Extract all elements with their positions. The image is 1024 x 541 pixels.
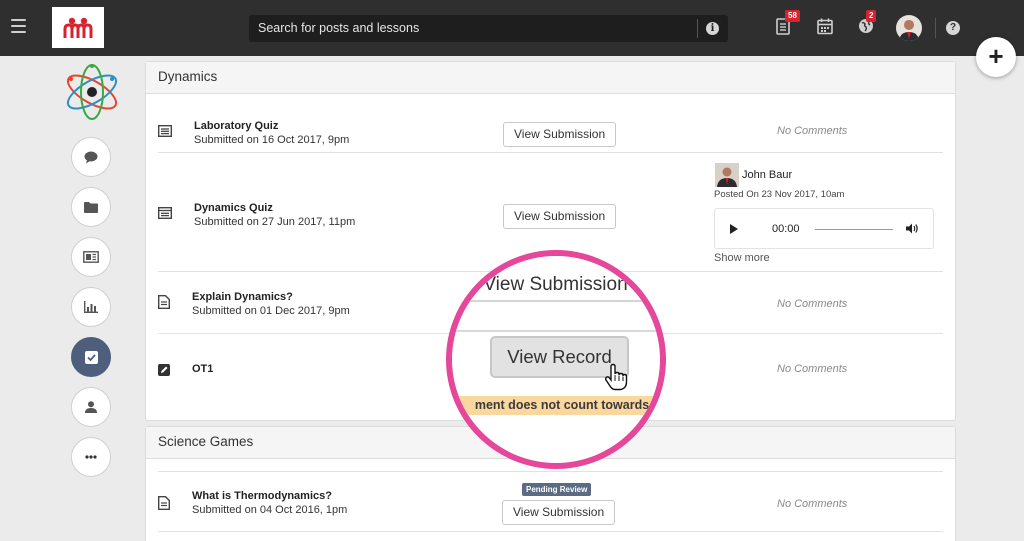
magnified-row-divider [452, 330, 660, 332]
play-icon[interactable] [730, 224, 738, 234]
comment-avatar [715, 163, 739, 187]
row-title[interactable]: What is Thermodynamics? [192, 490, 332, 502]
notifications-badge: 58 [785, 10, 800, 22]
row-title[interactable]: Dynamics Quiz [194, 202, 273, 214]
row-divider [158, 471, 943, 472]
row-divider [158, 531, 943, 532]
view-submission-button[interactable]: View Submission [502, 500, 616, 525]
rail-stats-button[interactable] [71, 287, 111, 327]
audio-time: 00:00 [772, 223, 800, 235]
row-title[interactable]: Explain Dynamics? [192, 291, 293, 303]
document-icon [158, 496, 170, 510]
help-icon[interactable]: ? [946, 21, 960, 35]
row-subtitle: Submitted on 27 Jun 2017, 11pm [194, 216, 356, 228]
no-comments-text: No Comments [777, 498, 848, 510]
folder-icon [84, 202, 98, 213]
row-subtitle: Submitted on 04 Oct 2016, 1pm [192, 504, 348, 516]
audio-progress[interactable] [815, 229, 893, 230]
comment-author[interactable]: John Baur [742, 169, 792, 181]
rail-folder-button[interactable] [71, 187, 111, 227]
magnifier-callout: View Submission View Record ment does no… [446, 250, 666, 469]
magnified-view-submission-button[interactable]: View Submission [464, 256, 647, 302]
avatar[interactable] [896, 15, 922, 41]
show-more-link[interactable]: Show more [714, 252, 770, 264]
no-comments-text: No Comments [777, 363, 848, 375]
topbar-divider [935, 18, 936, 38]
mail-badge: 2 [866, 10, 877, 22]
comment-date: Posted On 23 Nov 2017, 10am [714, 189, 845, 200]
rail-tasks-button[interactable] [71, 337, 111, 377]
user-icon [85, 401, 97, 413]
audio-player[interactable]: 00:00 [714, 208, 934, 249]
add-button[interactable]: + [976, 37, 1016, 77]
edit-icon [158, 364, 170, 376]
rail-more-button[interactable] [71, 437, 111, 477]
search-bar[interactable]: Search for posts and lessons i [249, 15, 728, 42]
top-bar: Search for posts and lessons i 58 2 ? [0, 0, 1024, 56]
table-row: Dynamics Quiz Submitted on 27 Jun 2017, … [158, 62, 943, 270]
status-badge: Pending Review [522, 483, 592, 496]
chat-icon [84, 151, 98, 163]
view-submission-button[interactable]: View Submission [503, 204, 617, 229]
calendar-icon[interactable] [817, 18, 833, 36]
volume-icon[interactable] [906, 223, 918, 234]
newspaper-icon [83, 251, 99, 263]
menu-icon[interactable] [11, 19, 26, 33]
row-title[interactable]: OT1 [192, 363, 213, 375]
rail-news-button[interactable] [71, 237, 111, 277]
checkbox-icon [84, 350, 98, 364]
rail-user-button[interactable] [71, 387, 111, 427]
chart-icon [84, 301, 98, 313]
search-divider [697, 19, 698, 38]
document-icon [158, 295, 170, 309]
no-comments-text: No Comments [777, 298, 848, 310]
row-subtitle: Submitted on 01 Dec 2017, 9pm [192, 305, 350, 317]
rail-chat-button[interactable] [71, 137, 111, 177]
info-icon[interactable]: i [706, 22, 719, 35]
warning-text: ment does not count towards [452, 396, 660, 415]
hand-cursor-icon [604, 363, 628, 391]
logo[interactable] [52, 7, 104, 48]
search-input[interactable]: Search for posts and lessons [258, 21, 419, 35]
more-icon [85, 455, 97, 459]
course-logo[interactable] [62, 62, 122, 122]
quiz-icon [158, 207, 172, 219]
